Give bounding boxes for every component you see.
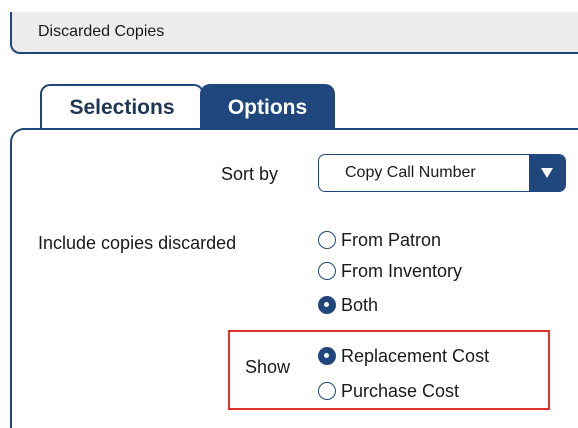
sort-by-value: Copy Call Number bbox=[345, 164, 476, 181]
report-header-bar: Discarded Copies bbox=[10, 12, 578, 54]
radio-button-checked[interactable] bbox=[318, 296, 336, 314]
include-copies-label: Include copies discarded bbox=[38, 233, 237, 253]
tab-options[interactable]: Options bbox=[200, 84, 335, 130]
radio-from-inventory[interactable]: From Inventory bbox=[318, 257, 462, 285]
radio-both[interactable]: Both bbox=[318, 291, 378, 319]
radio-label-purchase-cost: Purchase Cost bbox=[341, 380, 460, 401]
sort-by-label: Sort by bbox=[221, 164, 279, 184]
radio-label-both: Both bbox=[341, 294, 379, 315]
triangle-down-icon[interactable] bbox=[529, 155, 565, 191]
radio-replacement-cost[interactable]: Replacement Cost bbox=[318, 342, 489, 370]
report-title: Discarded Copies bbox=[38, 23, 165, 40]
radio-purchase-cost[interactable]: Purchase Cost bbox=[318, 377, 459, 405]
show-label: Show bbox=[245, 357, 291, 377]
radio-from-patron[interactable]: From Patron bbox=[318, 226, 441, 254]
radio-button-checked[interactable] bbox=[318, 347, 336, 365]
radio-button-unchecked[interactable] bbox=[318, 231, 336, 249]
tab-selections[interactable]: Selections bbox=[40, 84, 204, 130]
sort-by-dropdown[interactable]: Copy Call Number bbox=[318, 154, 566, 192]
radio-button-unchecked[interactable] bbox=[318, 262, 336, 280]
radio-button-unchecked[interactable] bbox=[318, 382, 336, 400]
radio-label-replacement-cost: Replacement Cost bbox=[341, 345, 490, 366]
radio-label-from-inventory: From Inventory bbox=[341, 260, 463, 281]
radio-label-from-patron: From Patron bbox=[341, 229, 442, 250]
